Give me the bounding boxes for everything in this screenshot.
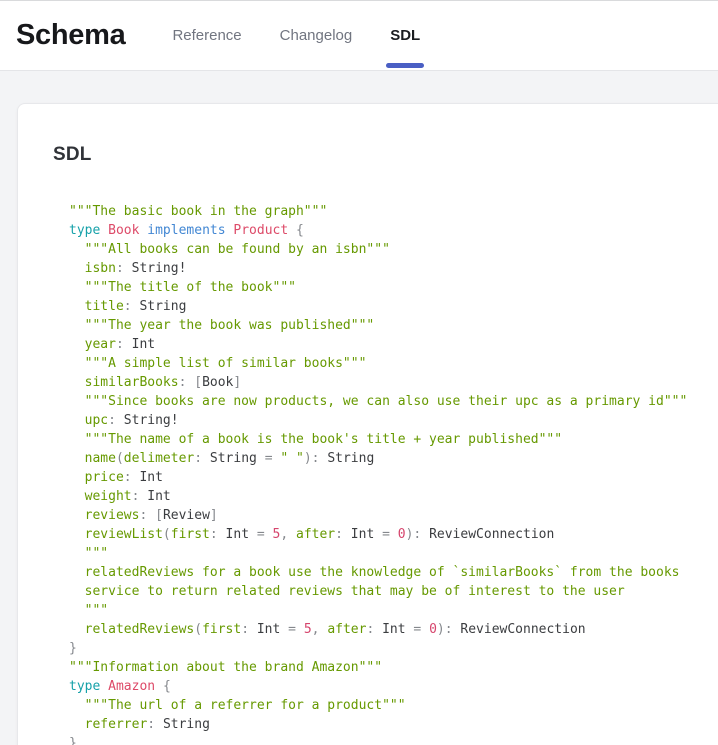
tab-bar: ReferenceChangelogSDL bbox=[153, 1, 439, 70]
code-line: """ bbox=[69, 544, 718, 563]
code-line: """The year the book was published""" bbox=[69, 316, 718, 335]
code-line: upc: String! bbox=[69, 411, 718, 430]
code-line: """The name of a book is the book's titl… bbox=[69, 430, 718, 449]
code-line: isbn: String! bbox=[69, 259, 718, 278]
code-line: """ bbox=[69, 601, 718, 620]
sdl-card: SDL """The basic book in the graph"""typ… bbox=[17, 103, 718, 745]
code-line: } bbox=[69, 639, 718, 658]
code-line: """The basic book in the graph""" bbox=[69, 202, 718, 221]
code-line: year: Int bbox=[69, 335, 718, 354]
code-line: relatedReviews(first: Int = 5, after: In… bbox=[69, 620, 718, 639]
code-line: similarBooks: [Book] bbox=[69, 373, 718, 392]
code-line: service to return related reviews that m… bbox=[69, 582, 718, 601]
tab-sdl[interactable]: SDL bbox=[371, 1, 439, 70]
page-title: Schema bbox=[16, 19, 125, 52]
code-line: name(delimeter: String = " "): String bbox=[69, 449, 718, 468]
code-line: """A simple list of similar books""" bbox=[69, 354, 718, 373]
sdl-code: """The basic book in the graph"""type Bo… bbox=[69, 202, 718, 745]
schema-header: Schema ReferenceChangelogSDL bbox=[0, 0, 718, 71]
code-line: title: String bbox=[69, 297, 718, 316]
code-line: weight: Int bbox=[69, 487, 718, 506]
code-line: """Since books are now products, we can … bbox=[69, 392, 718, 411]
code-line: """The url of a referrer for a product""… bbox=[69, 696, 718, 715]
tab-changelog[interactable]: Changelog bbox=[261, 1, 372, 70]
code-line: referrer: String bbox=[69, 715, 718, 734]
card-heading: SDL bbox=[53, 144, 718, 166]
code-line: reviews: [Review] bbox=[69, 506, 718, 525]
code-line: type Amazon { bbox=[69, 677, 718, 696]
code-line: price: Int bbox=[69, 468, 718, 487]
code-line: reviewList(first: Int = 5, after: Int = … bbox=[69, 525, 718, 544]
code-line: type Book implements Product { bbox=[69, 221, 718, 240]
code-line: """Information about the brand Amazon""" bbox=[69, 658, 718, 677]
code-line: """The title of the book""" bbox=[69, 278, 718, 297]
code-line: relatedReviews for a book use the knowle… bbox=[69, 563, 718, 582]
tab-reference[interactable]: Reference bbox=[153, 1, 260, 70]
code-line: } bbox=[69, 734, 718, 745]
code-line: """All books can be found by an isbn""" bbox=[69, 240, 718, 259]
